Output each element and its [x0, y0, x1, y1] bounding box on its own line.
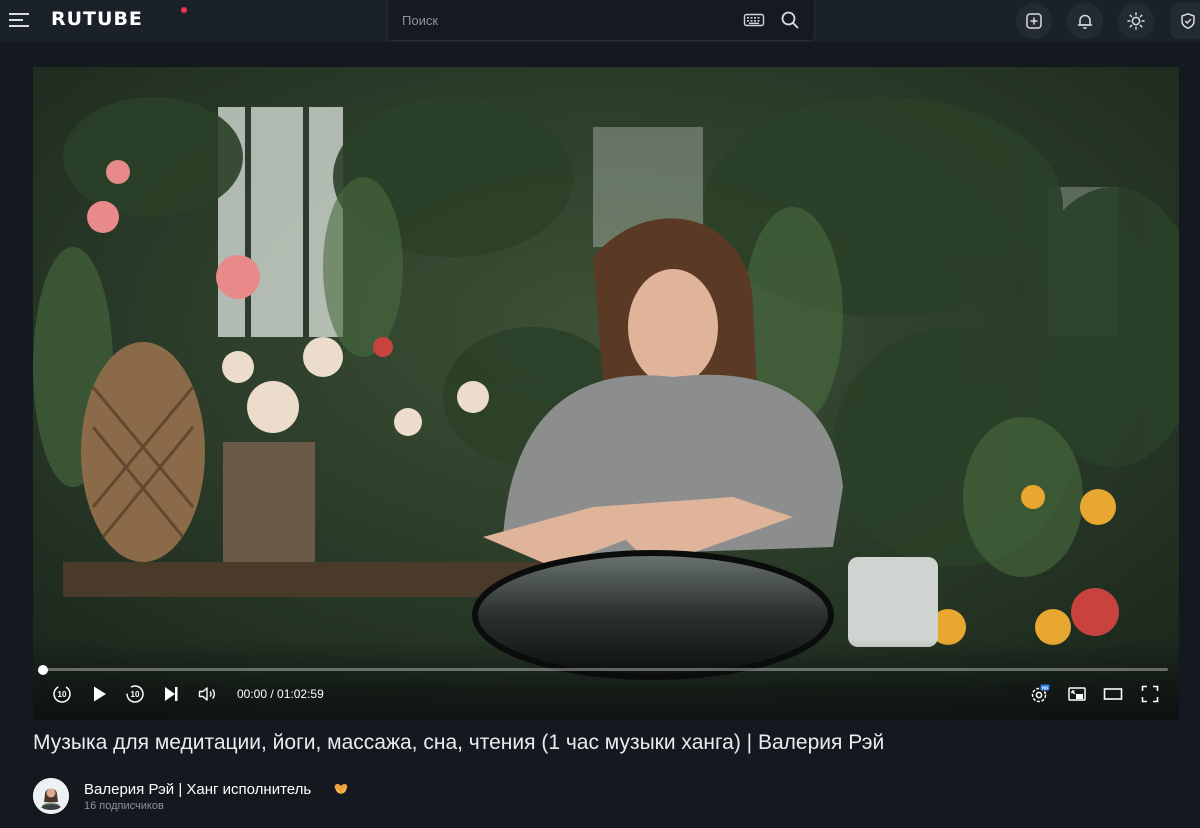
- time-display: 00:00 / 01:02:59: [237, 687, 324, 701]
- channel-name[interactable]: Валерия Рэй | Ханг исполнитель: [84, 781, 311, 798]
- search-icon[interactable]: [780, 10, 800, 30]
- upload-icon: [1026, 13, 1042, 29]
- avatar[interactable]: [33, 778, 69, 814]
- rutube-logo[interactable]: RUTUBE: [51, 8, 143, 30]
- play-button[interactable]: [89, 684, 109, 704]
- forward-10-button[interactable]: 10: [125, 684, 145, 704]
- svg-text:10: 10: [58, 690, 67, 699]
- theme-sun-icon: [1127, 12, 1145, 30]
- time-total: 01:02:59: [277, 687, 324, 701]
- rewind-10-button[interactable]: 10: [52, 684, 72, 704]
- upload-button[interactable]: [1016, 3, 1052, 39]
- svg-text:HD: HD: [1042, 685, 1049, 690]
- play-icon: [94, 686, 106, 702]
- theater-mode-button[interactable]: [1103, 684, 1123, 704]
- progress-bar[interactable]: [43, 668, 1168, 671]
- settings-button[interactable]: HD: [1030, 684, 1050, 704]
- logo-dot: [181, 7, 187, 13]
- fullscreen-button[interactable]: [1140, 684, 1160, 704]
- menu-icon[interactable]: [8, 10, 30, 30]
- svg-text:10: 10: [131, 690, 140, 699]
- keyboard-icon[interactable]: [743, 11, 765, 29]
- next-icon: [165, 687, 178, 701]
- rewind-10-icon: 10: [53, 685, 71, 703]
- controls-overlay: [33, 640, 1179, 720]
- theater-icon: [1103, 688, 1123, 700]
- top-bar: RUTUBE: [0, 0, 1200, 42]
- theme-toggle-button[interactable]: [1118, 3, 1154, 39]
- heart-hands-icon: [333, 781, 349, 797]
- volume-icon: [198, 687, 215, 701]
- time-current: 00:00: [237, 687, 268, 701]
- search-input[interactable]: [402, 11, 702, 29]
- avatar-image: [33, 778, 69, 814]
- forward-10-icon: 10: [126, 685, 144, 703]
- pip-button[interactable]: [1067, 684, 1087, 704]
- pip-icon: [1068, 687, 1086, 701]
- video-title: Музыка для медитации, йоги, массажа, сна…: [33, 731, 885, 754]
- search-box: [387, 0, 815, 41]
- notifications-button[interactable]: [1067, 3, 1103, 39]
- fullscreen-icon: [1141, 685, 1159, 703]
- progress-handle[interactable]: [38, 665, 48, 675]
- video-frame: [33, 67, 1179, 720]
- bell-icon: [1077, 14, 1093, 30]
- video-player[interactable]: 10 10 00:00 / 01:02:59 HD: [33, 67, 1179, 720]
- volume-button[interactable]: [197, 684, 217, 704]
- next-button[interactable]: [161, 684, 181, 704]
- shield-icon: [1181, 13, 1195, 29]
- profile-shield-button[interactable]: [1170, 3, 1200, 39]
- subscriber-count: 16 подписчиков: [84, 800, 164, 812]
- settings-icon: HD: [1031, 684, 1050, 703]
